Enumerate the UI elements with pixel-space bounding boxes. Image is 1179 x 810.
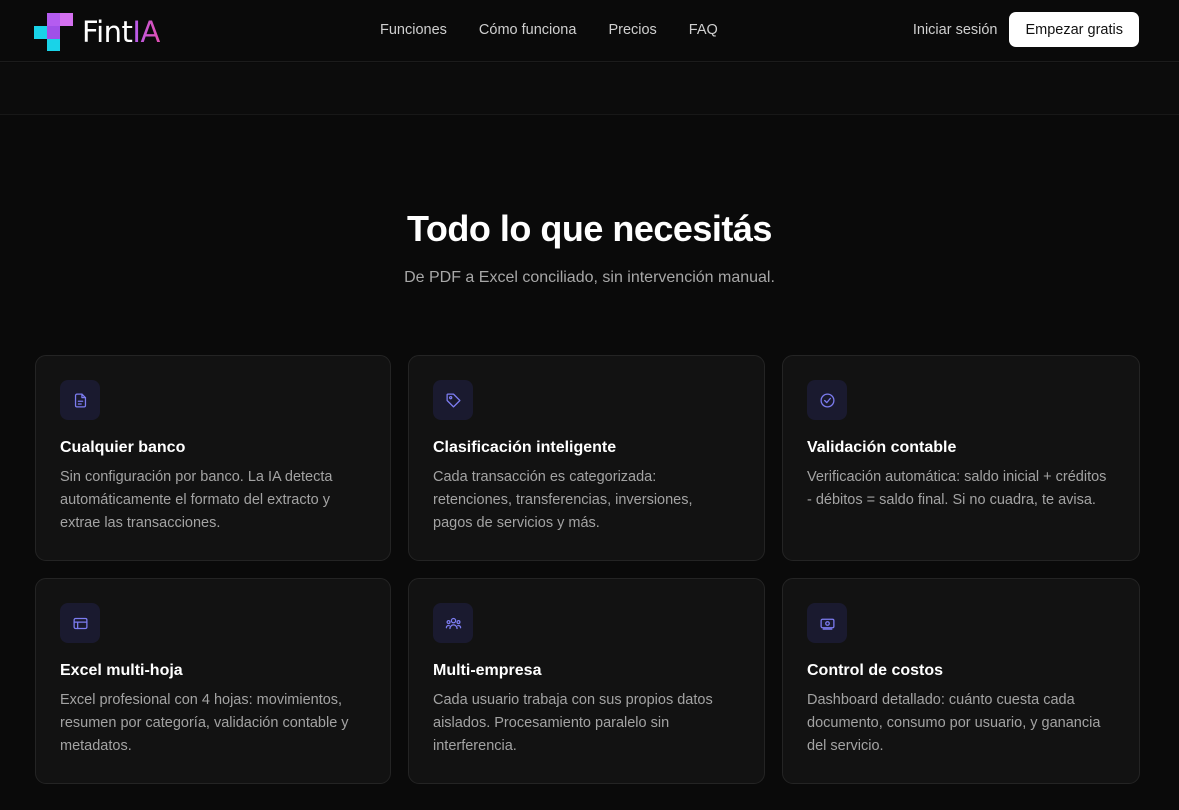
- section-title: Todo lo que necesitás: [407, 208, 772, 249]
- section-subtitle: De PDF a Excel conciliado, sin intervenc…: [404, 269, 775, 286]
- users-icon: [433, 603, 473, 643]
- feature-card-clasificacion: Clasificación inteligente Cada transacci…: [408, 355, 765, 561]
- top-navigation-bar: FintIA Funciones Cómo funciona Precios F…: [0, 0, 1179, 62]
- feature-title: Control de costos: [807, 662, 944, 679]
- nav-link-precios[interactable]: Precios: [608, 20, 656, 40]
- feature-description: Dashboard detallado: cuánto cuesta cada …: [807, 692, 1101, 754]
- feature-description: Verificación automática: saldo inicial +…: [807, 469, 1107, 508]
- main-nav: Funciones Cómo funciona Precios FAQ: [380, 20, 718, 40]
- auth-actions: Iniciar sesión Empezar gratis: [913, 12, 1139, 47]
- feature-title: Clasificación inteligente: [433, 439, 617, 456]
- feature-card-multi-empresa: Multi-empresa Cada usuario trabaja con s…: [408, 578, 765, 784]
- nav-link-funciones[interactable]: Funciones: [380, 20, 447, 40]
- money-icon: [807, 603, 847, 643]
- feature-description: Cada transacción es categorizada: retenc…: [433, 469, 693, 531]
- feature-description: Cada usuario trabaja con sus propios dat…: [433, 692, 713, 754]
- nav-link-faq[interactable]: FAQ: [689, 20, 718, 40]
- feature-card-excel: Excel multi-hoja Excel profesional con 4…: [35, 578, 391, 784]
- feature-card-cualquier-banco: Cualquier banco Sin configuración por ba…: [35, 355, 391, 561]
- feature-card-control-costos: Control de costos Dashboard detallado: c…: [782, 578, 1140, 784]
- tag-icon: [433, 380, 473, 420]
- check-circle-icon: [807, 380, 847, 420]
- feature-description: Excel profesional con 4 hojas: movimient…: [60, 692, 349, 754]
- feature-card-validacion: Validación contable Verificación automát…: [782, 355, 1140, 561]
- feature-title: Validación contable: [807, 439, 957, 456]
- nav-link-como-funciona[interactable]: Cómo funciona: [479, 20, 577, 40]
- start-free-button[interactable]: Empezar gratis: [1009, 12, 1139, 47]
- document-icon: [60, 380, 100, 420]
- brand-logo[interactable]: FintIA: [34, 13, 160, 51]
- header-divider-band: [0, 63, 1179, 115]
- spreadsheet-icon: [60, 603, 100, 643]
- logo-mark-icon: [34, 13, 73, 51]
- feature-title: Excel multi-hoja: [60, 662, 183, 679]
- brand-name: FintIA: [82, 15, 160, 49]
- features-grid: Cualquier banco Sin configuración por ba…: [35, 355, 1140, 784]
- feature-title: Multi-empresa: [433, 662, 542, 679]
- login-link[interactable]: Iniciar sesión: [913, 22, 998, 38]
- feature-title: Cualquier banco: [60, 439, 186, 456]
- feature-description: Sin configuración por banco. La IA detec…: [60, 469, 333, 531]
